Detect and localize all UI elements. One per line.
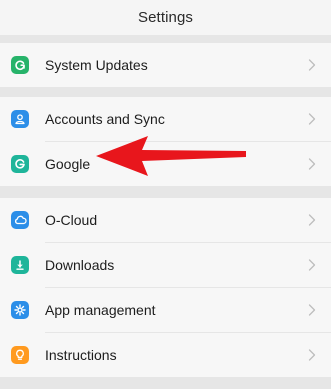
cloud-icon <box>11 211 29 229</box>
settings-item-accounts-and-sync[interactable]: Accounts and Sync <box>0 97 331 141</box>
chevron-right-icon <box>300 298 324 322</box>
settings-item-label: O-Cloud <box>45 212 98 228</box>
chevron-right-icon <box>300 343 324 367</box>
settings-item-label: App management <box>45 302 156 318</box>
system-updates-icon <box>11 56 29 74</box>
app-management-icon <box>11 301 29 319</box>
settings-item-label: Instructions <box>45 347 117 363</box>
section-divider <box>0 377 331 389</box>
chevron-right-icon <box>300 53 324 77</box>
settings-item-label: Accounts and Sync <box>45 111 165 127</box>
settings-item-o-cloud[interactable]: O-Cloud <box>0 198 331 242</box>
settings-item-label: Google <box>45 156 91 172</box>
settings-item-downloads[interactable]: Downloads <box>0 243 331 287</box>
settings-group-updates: System Updates <box>0 43 331 87</box>
settings-item-instructions[interactable]: Instructions <box>0 333 331 377</box>
settings-item-app-management[interactable]: App management <box>0 288 331 332</box>
page-title: Settings <box>0 0 331 35</box>
section-divider <box>0 186 331 198</box>
section-divider <box>0 35 331 43</box>
settings-item-label: Downloads <box>45 257 115 273</box>
settings-group-accounts: Accounts and Sync Google <box>0 97 331 186</box>
chevron-right-icon <box>300 107 324 131</box>
chevron-right-icon <box>300 208 324 232</box>
settings-item-google[interactable]: Google <box>0 142 331 186</box>
instructions-icon <box>11 346 29 364</box>
account-icon <box>11 110 29 128</box>
google-icon <box>11 155 29 173</box>
settings-group-services: O-Cloud Downloads App management Instruc… <box>0 198 331 377</box>
chevron-right-icon <box>300 152 324 176</box>
settings-item-system-updates[interactable]: System Updates <box>0 43 331 87</box>
section-divider <box>0 87 331 97</box>
download-icon <box>11 256 29 274</box>
chevron-right-icon <box>300 253 324 277</box>
settings-item-label: System Updates <box>45 57 148 73</box>
